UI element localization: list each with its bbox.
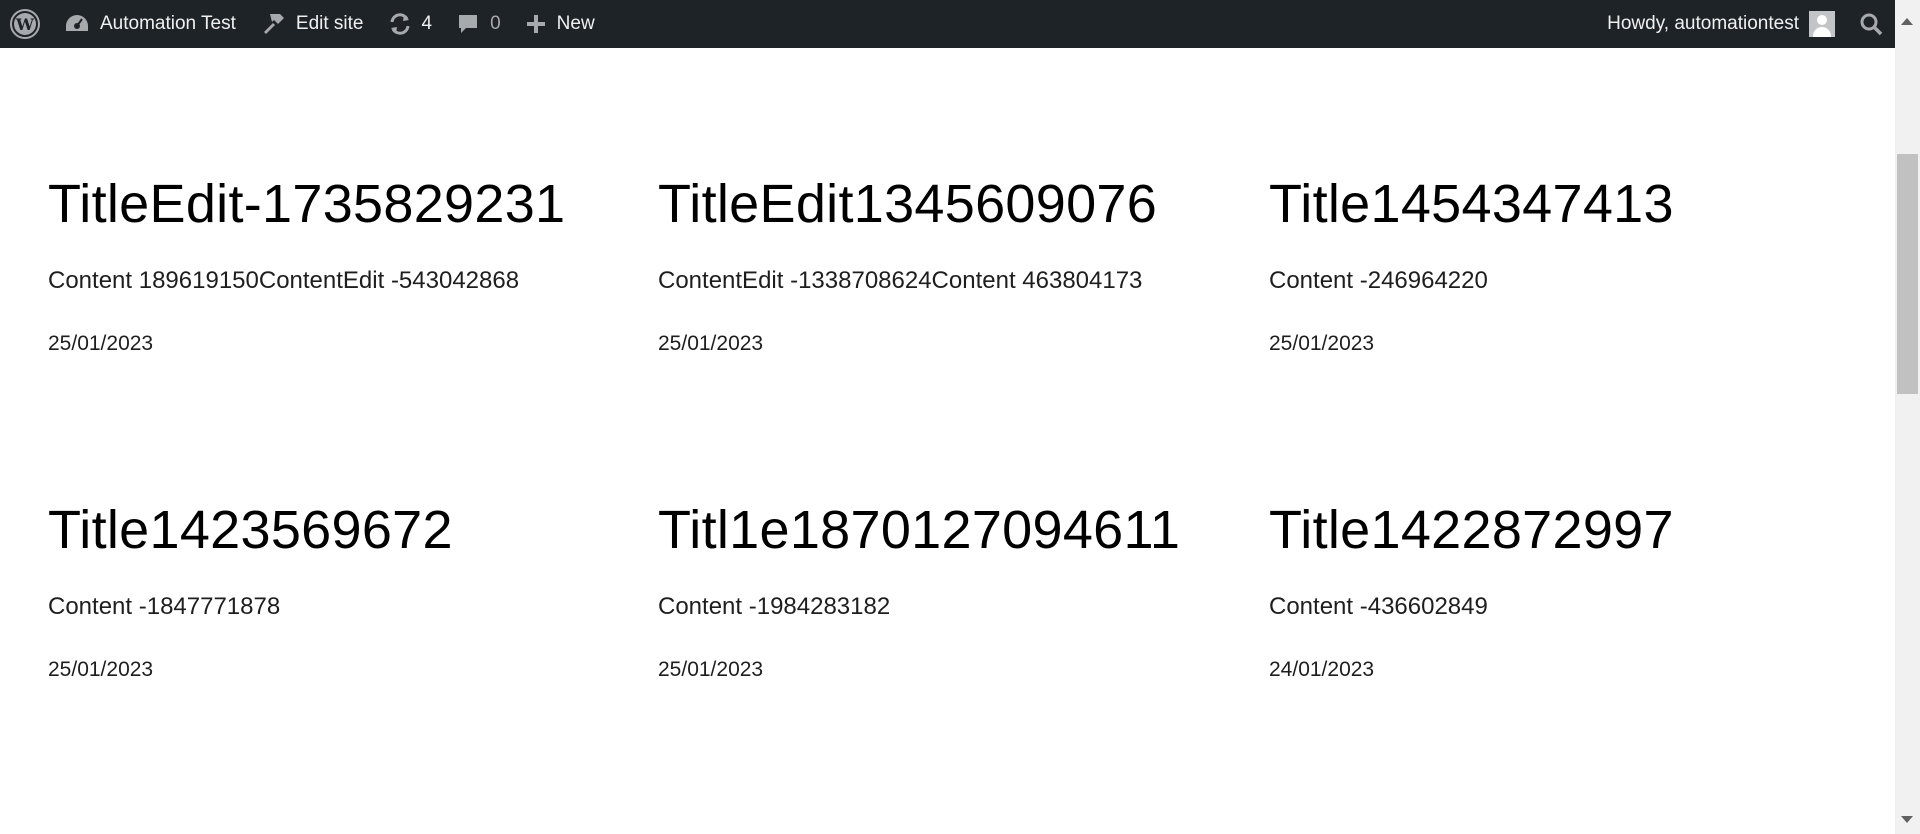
post-date[interactable]: 25/01/2023 [1269, 333, 1859, 354]
post-date[interactable]: 25/01/2023 [48, 333, 638, 354]
hammer-icon [263, 14, 284, 34]
edit-site-button[interactable]: Edit site [248, 0, 376, 48]
edit-site-label: Edit site [295, 13, 364, 34]
admin-bar-left: W Automation Test Edit site 4 0 New [0, 0, 607, 48]
howdy-label: Howdy, automationtest [1607, 13, 1799, 34]
svg-text:W: W [15, 15, 35, 34]
dashboard-icon [66, 15, 88, 31]
updates-count: 4 [421, 13, 433, 34]
post-content: Content 189619150ContentEdit -543042868 [48, 267, 520, 294]
post-date[interactable]: 25/01/2023 [48, 659, 638, 680]
new-label: New [556, 13, 595, 34]
updates-icon [390, 13, 409, 35]
avatar [1809, 11, 1835, 37]
post-title[interactable]: Title1454347413 [1269, 177, 1859, 231]
post-card: Title1422872997 Content -436602849 24/01… [1269, 503, 1859, 680]
wordpress-logo-icon: W [10, 9, 40, 39]
post-title[interactable]: TitleEdit1345609076 [658, 177, 1248, 231]
post-content: Content -1984283182 [658, 593, 891, 620]
wordpress-menu[interactable]: W [0, 0, 52, 48]
post-card: Title1454347413 Content -246964220 25/01… [1269, 177, 1859, 354]
post-date[interactable]: 25/01/2023 [658, 333, 1248, 354]
site-name-label: Automation Test [100, 13, 236, 34]
scroll-down-arrow-icon[interactable] [1901, 816, 1913, 823]
comment-icon [459, 15, 478, 33]
post-content: Content -436602849 [1269, 593, 1488, 620]
post-card: Titl1e1870127094611 Content -1984283182 … [658, 503, 1248, 680]
post-content: Content -1847771878 [48, 593, 281, 620]
admin-bar: W Automation Test Edit site 4 0 New Howd… [0, 0, 1895, 48]
post-title[interactable]: TitleEdit-1735829231 [48, 177, 638, 231]
post-card: TitleEdit1345609076 ContentEdit -1338708… [658, 177, 1248, 354]
admin-bar-right: Howdy, automationtest [1595, 0, 1895, 48]
new-content-button[interactable]: New [513, 0, 607, 48]
search-button[interactable] [1847, 0, 1895, 48]
vertical-scrollbar[interactable] [1895, 0, 1920, 834]
comments-button[interactable]: 0 [444, 0, 513, 48]
updates-button[interactable]: 4 [376, 0, 445, 48]
search-icon [1860, 13, 1883, 36]
my-account-menu[interactable]: Howdy, automationtest [1595, 0, 1847, 48]
post-date[interactable]: 24/01/2023 [1269, 659, 1859, 680]
post-title[interactable]: Title1423569672 [48, 503, 638, 557]
site-name-menu[interactable]: Automation Test [52, 0, 248, 48]
post-title[interactable]: Title1422872997 [1269, 503, 1859, 557]
post-title[interactable]: Titl1e1870127094611 [658, 503, 1248, 557]
plus-icon [526, 15, 545, 33]
post-content: ContentEdit -1338708624Content 463804173 [658, 267, 1143, 294]
scrollbar-thumb[interactable] [1897, 154, 1918, 394]
post-date[interactable]: 25/01/2023 [658, 659, 1248, 680]
post-content: Content -246964220 [1269, 267, 1488, 294]
post-card: TitleEdit-1735829231 Content 189619150Co… [48, 177, 638, 354]
post-card: Title1423569672 Content -1847771878 25/0… [48, 503, 638, 680]
comments-count: 0 [490, 13, 501, 34]
scroll-up-arrow-icon[interactable] [1901, 18, 1913, 25]
